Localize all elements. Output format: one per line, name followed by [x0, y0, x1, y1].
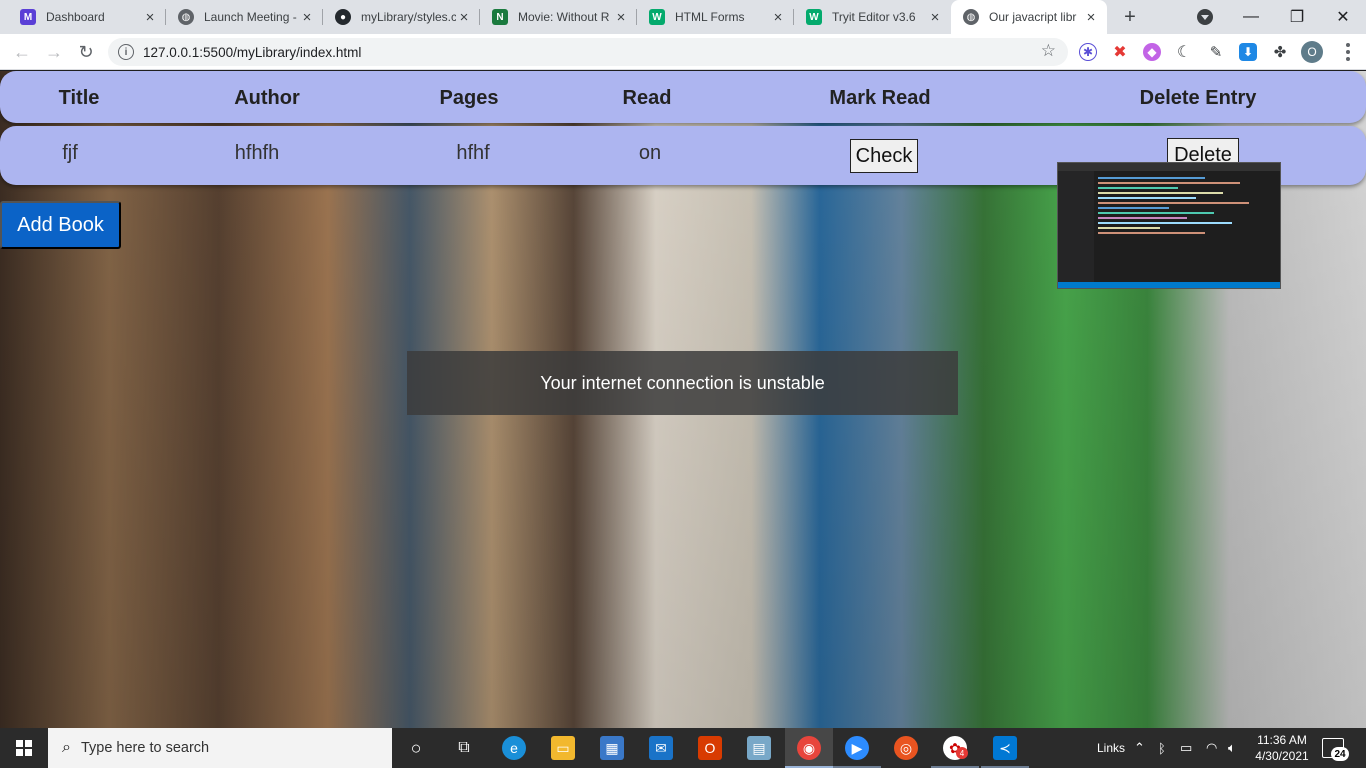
address-bar[interactable]: i 127.0.0.1:5500/myLibrary/index.html ☆ [108, 38, 1068, 66]
page-viewport: Title Author Pages Read Mark Read Delete… [0, 71, 1366, 728]
close-icon[interactable]: × [142, 9, 158, 26]
close-icon[interactable]: × [613, 9, 629, 26]
window-close-button[interactable]: ✕ [1320, 0, 1366, 34]
extension-icon[interactable]: ◆ [1143, 43, 1161, 61]
links-toolbar[interactable]: Links [1097, 728, 1125, 768]
tab-title: myLibrary/styles.c [361, 10, 456, 24]
close-icon[interactable]: × [927, 9, 943, 26]
check-button[interactable]: Check [850, 139, 918, 173]
tab-html-forms[interactable]: W HTML Forms × [637, 0, 794, 34]
tab-title: Launch Meeting - [204, 10, 297, 24]
github-icon: ● [335, 9, 351, 25]
extension-icon[interactable]: ☾ [1175, 43, 1193, 61]
cortana-icon[interactable]: ○ [404, 736, 428, 760]
search-placeholder[interactable]: Type here to search [81, 740, 209, 756]
globe-icon: ◍ [963, 9, 979, 25]
volume-icon[interactable]: 🔈︎ [1228, 728, 1236, 768]
download-icon[interactable]: ⬇ [1239, 43, 1257, 61]
address-url[interactable]: 127.0.0.1:5500/myLibrary/index.html [143, 45, 361, 60]
w3-icon: W [806, 9, 822, 25]
tab-javascript-library[interactable]: ◍ Our javacript libr × [951, 0, 1107, 34]
tab-title: Our javacript libr [989, 10, 1077, 24]
tab-dashboard[interactable]: M Dashboard × [8, 0, 166, 34]
teams-badge: 4 [956, 747, 968, 759]
bookmark-star-icon[interactable]: ☆ [1041, 41, 1056, 61]
chevron-up-icon[interactable]: ⌃ [1134, 728, 1145, 768]
forward-icon[interactable]: → [42, 40, 66, 64]
wifi-icon[interactable]: ◠ [1206, 728, 1217, 768]
menu-icon[interactable] [1338, 41, 1358, 63]
cell-title: fjf [62, 142, 78, 164]
notification-center-icon[interactable]: 24 [1322, 738, 1349, 761]
restore-button[interactable]: ❐ [1274, 0, 1320, 34]
ubuntu-icon[interactable]: ◎ [894, 736, 918, 760]
reload-icon[interactable]: ↻ [74, 40, 98, 64]
zoom-icon[interactable]: ▶ [845, 736, 869, 760]
multi-icon: M [20, 9, 36, 25]
tab-title: Tryit Editor v3.6 [832, 10, 916, 24]
info-icon[interactable]: i [118, 44, 134, 60]
header-delete-entry: Delete Entry [1139, 87, 1257, 109]
notification-count: 24 [1331, 747, 1349, 761]
connection-toast: Your internet connection is unstable [407, 351, 958, 415]
extensions-puzzle-icon[interactable]: ✤ [1271, 43, 1289, 61]
extension-icon[interactable]: ✖ [1111, 43, 1129, 61]
chrome-icon[interactable]: ◉ [797, 736, 821, 760]
w3-icon: W [649, 9, 665, 25]
globe-icon: ◍ [178, 9, 194, 25]
tab-title: HTML Forms [675, 10, 745, 24]
windows-logo-icon [16, 740, 32, 756]
tab-launch-meeting[interactable]: ◍ Launch Meeting - × [166, 0, 323, 34]
close-icon[interactable]: × [456, 9, 472, 26]
cell-author: hfhfh [234, 142, 280, 164]
clock-date: 4/30/2021 [1255, 749, 1309, 763]
windows-taskbar: ⌕ Type here to search ○ ⧉ e ▭ ▦ ✉ O ▤ ◉ … [0, 728, 1366, 768]
header-read: Read [622, 87, 672, 109]
n-icon: N [492, 9, 508, 25]
browser-tab-strip: M Dashboard × ◍ Launch Meeting - × ● myL… [0, 0, 1366, 34]
header-author: Author [234, 87, 300, 109]
taskbar-search-box[interactable]: ⌕ Type here to search [48, 728, 392, 768]
start-button[interactable] [0, 728, 48, 768]
notes-icon[interactable]: ▤ [747, 736, 771, 760]
add-book-button[interactable]: Add Book [0, 201, 121, 249]
bluetooth-icon[interactable]: ᛒ [1158, 728, 1166, 768]
tab-tryit-editor[interactable]: W Tryit Editor v3.6 × [794, 0, 951, 34]
tab-title: Movie: Without R [518, 10, 610, 24]
new-tab-button[interactable]: + [1118, 5, 1142, 29]
table-header: Title Author Pages Read Mark Read Delete… [0, 71, 1366, 123]
cell-read: on [638, 142, 662, 164]
tab-search-icon[interactable] [1197, 9, 1213, 25]
edge-icon[interactable]: e [502, 736, 526, 760]
taskbar-clock[interactable]: 11:36 AM 4/30/2021 [1254, 732, 1310, 764]
tab-movie[interactable]: N Movie: Without R × [480, 0, 637, 34]
mail-icon[interactable]: ✉ [649, 736, 673, 760]
header-title: Title [58, 87, 100, 109]
browser-toolbar: ← → ↻ i 127.0.0.1:5500/myLibrary/index.h… [0, 34, 1366, 70]
close-icon[interactable]: × [770, 9, 786, 26]
cell-pages: hfhf [456, 142, 490, 164]
file-explorer-icon[interactable]: ▭ [551, 736, 575, 760]
vscode-icon[interactable]: ≺ [993, 736, 1017, 760]
profile-avatar[interactable]: O [1301, 41, 1323, 63]
header-mark-read: Mark Read [829, 87, 931, 109]
vscode-preview-thumbnail[interactable] [1057, 162, 1281, 289]
store-icon[interactable]: ▦ [600, 736, 624, 760]
tab-github-styles[interactable]: ● myLibrary/styles.c × [323, 0, 480, 34]
task-view-icon[interactable]: ⧉ [452, 736, 476, 760]
battery-icon[interactable]: ▭ [1180, 728, 1192, 768]
minimize-button[interactable]: — [1228, 0, 1274, 34]
back-icon[interactable]: ← [10, 40, 34, 64]
search-icon: ⌕ [62, 739, 71, 756]
extension-icon[interactable]: ✱ [1079, 43, 1097, 61]
close-icon[interactable]: × [299, 9, 315, 26]
eyedropper-icon[interactable]: ✎ [1207, 43, 1225, 61]
office-icon[interactable]: O [698, 736, 722, 760]
tab-title: Dashboard [46, 10, 105, 24]
header-pages: Pages [439, 87, 499, 109]
close-icon[interactable]: × [1083, 9, 1099, 26]
clock-time: 11:36 AM [1257, 733, 1307, 747]
